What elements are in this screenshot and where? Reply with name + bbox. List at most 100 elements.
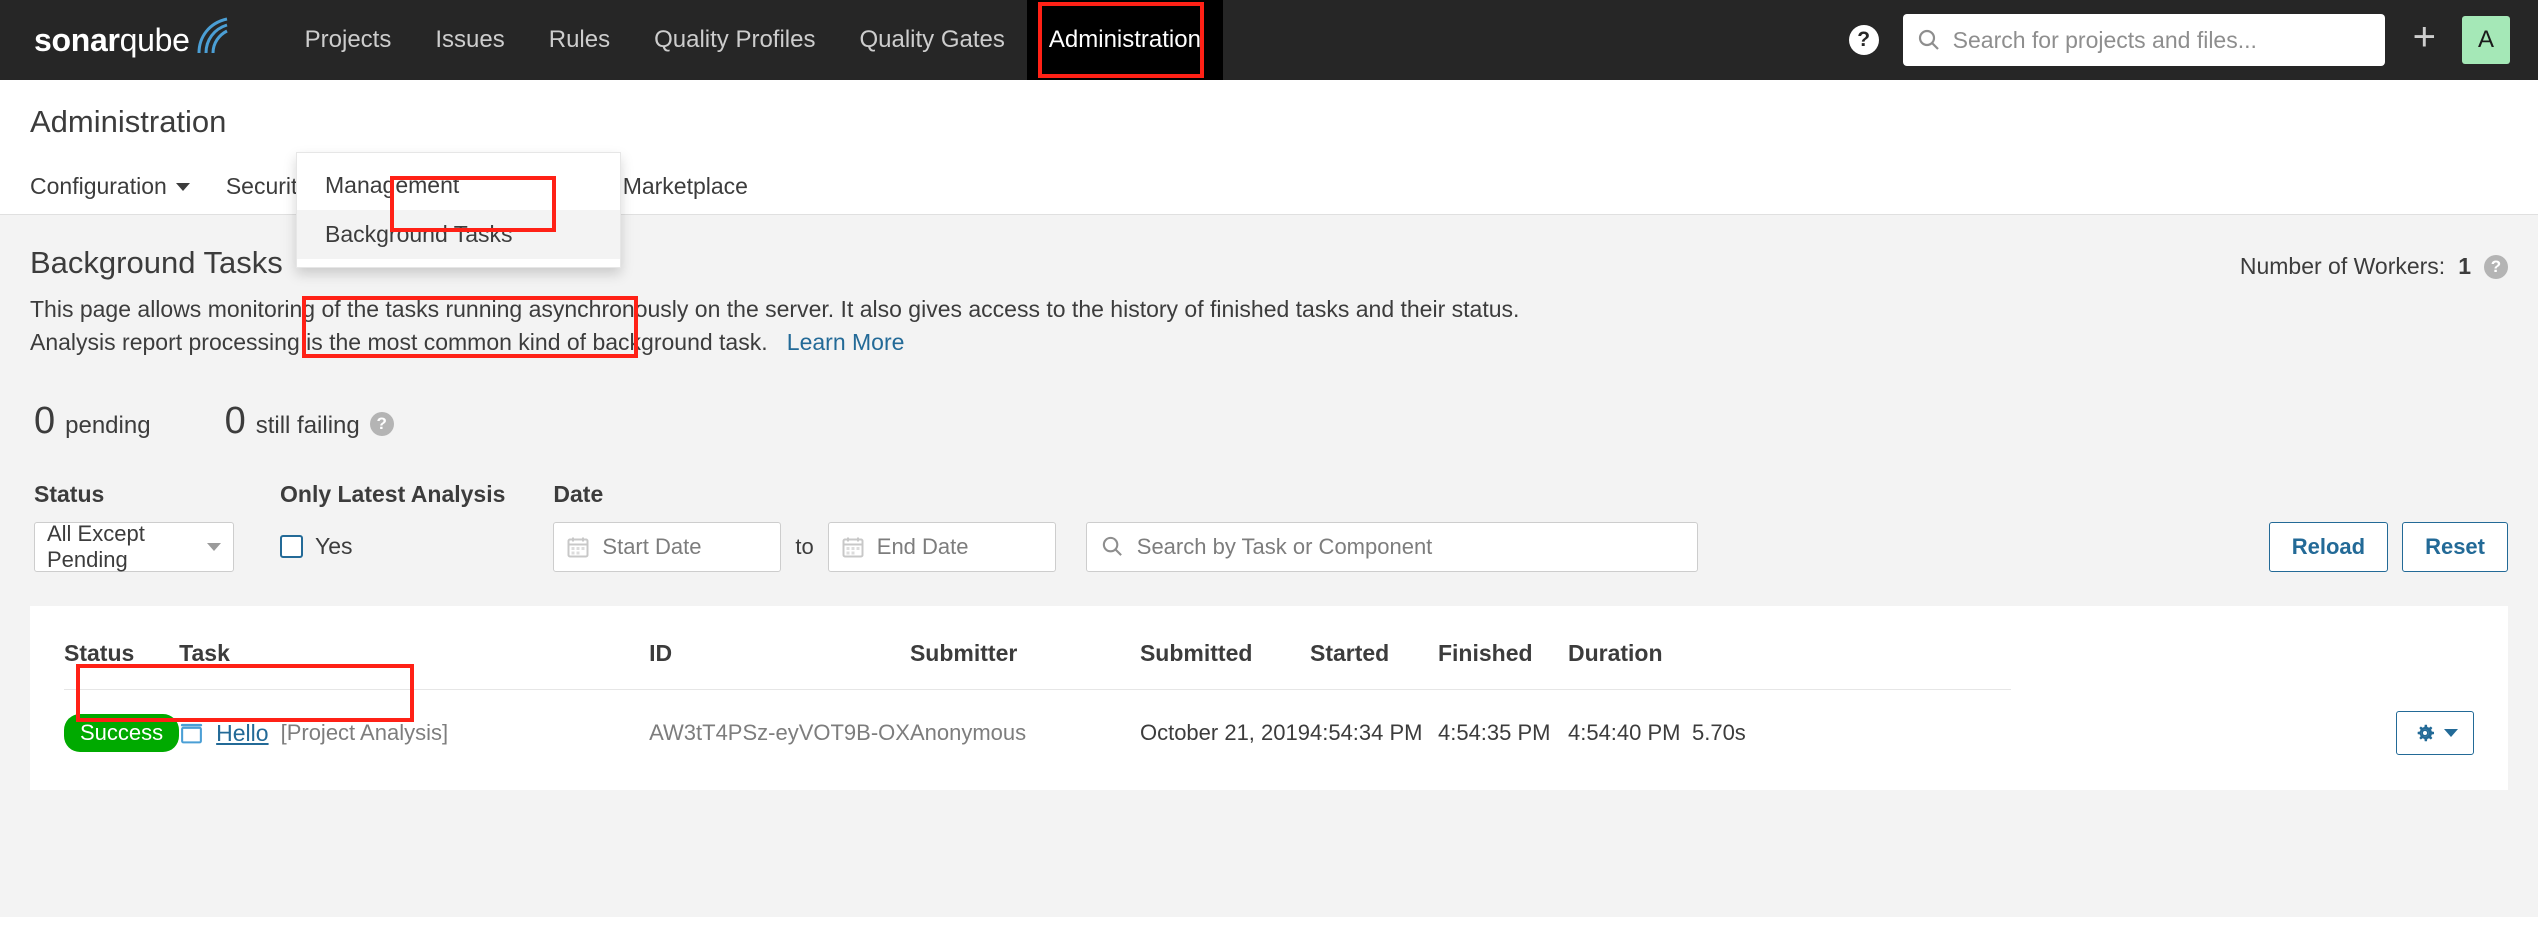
column-header-finished: Finished: [1437, 605, 1568, 690]
filter-date: Date Start Date to End Date: [553, 480, 1056, 572]
page-description-text: This page allows monitoring of the tasks…: [30, 296, 1520, 356]
status-select[interactable]: All Except Pending: [34, 520, 234, 572]
cell-actions: [2011, 689, 2474, 777]
nav-item-administration[interactable]: Administration: [1026, 0, 1223, 80]
table-header: Status Task ID Submitter Submitted Start…: [64, 605, 2474, 690]
calendar-icon: [567, 537, 589, 558]
still-failing-count: 0: [224, 399, 246, 442]
date-filter-label: Date: [553, 480, 604, 507]
cell-started: 4:54:35 PM: [1437, 720, 1551, 746]
background-tasks-table: Status Task ID Submitter Submitted Start…: [64, 605, 2474, 778]
background-tasks-table-wrapper: Status Task ID Submitter Submitted Start…: [30, 605, 2508, 790]
filter-buttons: Reload Reset: [2268, 521, 2508, 572]
nav-item-issues[interactable]: Issues: [413, 0, 526, 80]
cell-duration: 5.70s: [1691, 720, 1746, 746]
user-avatar[interactable]: A: [2462, 16, 2510, 64]
tab-configuration[interactable]: Configuration: [30, 173, 208, 214]
stat-still-failing: 0 still failing ?: [225, 400, 394, 443]
status-badge: Success: [64, 714, 180, 753]
row-actions-button[interactable]: [2396, 711, 2474, 756]
latest-analysis-checkbox-label: Yes: [315, 533, 353, 560]
task-type-label: [Project Analysis]: [280, 720, 449, 746]
table-body: Success Hello [Project Analysis] AW3tT4P…: [64, 689, 2474, 777]
reset-button[interactable]: Reset: [2402, 521, 2508, 572]
pending-label: pending: [65, 411, 151, 439]
chevron-down-icon: [207, 542, 221, 551]
logo-swoosh-icon: [197, 17, 228, 54]
workers-info: Number of Workers: 1 ?: [2240, 245, 2508, 280]
cell-submitted-date: October 21, 2019: [1139, 720, 1310, 746]
task-cell-content: Hello [Project Analysis]: [179, 720, 649, 747]
still-failing-help-icon[interactable]: ?: [369, 411, 394, 436]
date-range-row: Start Date to End Date: [553, 521, 1056, 572]
projects-dropdown-menu: Management Background Tasks: [296, 152, 621, 268]
workers-label: Number of Workers:: [2239, 253, 2446, 279]
date-range-separator: to: [795, 533, 814, 559]
project-icon: [181, 723, 203, 744]
workers-count: 1: [2458, 253, 2471, 279]
cell-id: AW3tT4PSz-eyVOT9B-OX: [649, 720, 910, 746]
status-filter-label: Status: [34, 480, 105, 507]
end-date-placeholder: End Date: [876, 533, 969, 559]
filter-status: Status All Except Pending: [34, 481, 234, 572]
gear-icon: [2417, 724, 2434, 742]
nav-item-rules[interactable]: Rules: [527, 0, 632, 80]
filters-bar: Status All Except Pending Only Latest An…: [30, 481, 2508, 572]
nav-item-quality-gates[interactable]: Quality Gates: [837, 0, 1026, 80]
start-date-input[interactable]: Start Date: [553, 521, 782, 572]
global-search-placeholder: Search for projects and files...: [1952, 26, 2257, 53]
tab-configuration-label: Configuration: [30, 173, 167, 199]
nav-item-projects[interactable]: Projects: [283, 0, 414, 80]
start-date-placeholder: Start Date: [602, 533, 702, 559]
latest-analysis-checkbox-row[interactable]: Yes: [280, 522, 505, 572]
dropdown-item-management[interactable]: Management: [297, 161, 620, 210]
column-header-started: Started: [1309, 605, 1438, 690]
chevron-down-icon: [2443, 729, 2458, 738]
cell-submitted-time: 4:54:34 PM: [1309, 720, 1423, 746]
search-icon: [1918, 29, 1939, 50]
search-icon: [1102, 537, 1122, 557]
workers-help-icon[interactable]: ?: [2484, 254, 2508, 279]
cell-finished: 4:54:40 PM: [1567, 720, 1681, 746]
latest-analysis-label: Only Latest Analysis: [280, 480, 506, 507]
reload-button[interactable]: Reload: [2268, 521, 2389, 572]
end-date-input[interactable]: End Date: [827, 521, 1056, 572]
global-navigation-bar: sonarqube Projects Issues Rules Quality …: [0, 0, 2538, 80]
tab-marketplace[interactable]: Marketplace: [605, 173, 766, 214]
main-content: Background Tasks Number of Workers: 1 ? …: [0, 215, 2538, 917]
table-header-row: Status Task ID Submitter Submitted Start…: [64, 605, 2474, 690]
help-icon[interactable]: ?: [1848, 25, 1879, 55]
column-header-status: Status: [64, 605, 180, 690]
learn-more-link[interactable]: Learn More: [787, 329, 905, 355]
table-row: Success Hello [Project Analysis] AW3tT4P…: [64, 689, 2474, 777]
tab-marketplace-label: Marketplace: [622, 173, 748, 199]
column-header-submitter: Submitter: [909, 605, 1140, 690]
global-nav-right: ? Search for projects and files... + A: [1848, 14, 2510, 66]
column-header-task: Task: [179, 605, 650, 690]
column-header-actions: [1691, 605, 2012, 690]
nav-item-quality-profiles[interactable]: Quality Profiles: [632, 0, 837, 80]
column-header-duration: Duration: [1567, 605, 1692, 690]
task-search-input[interactable]: Search by Task or Component: [1085, 521, 1698, 572]
pending-count: 0: [34, 399, 56, 442]
status-select-value: All Except Pending: [47, 520, 145, 572]
global-search-input[interactable]: Search for projects and files...: [1902, 14, 2385, 66]
latest-analysis-checkbox[interactable]: [280, 535, 303, 559]
column-header-id: ID: [649, 605, 910, 690]
cell-status: Success: [64, 689, 180, 777]
page-title: Background Tasks: [30, 245, 283, 280]
global-nav-items: Projects Issues Rules Quality Profiles Q…: [283, 0, 1223, 80]
context-title: Administration: [30, 104, 227, 139]
sonarqube-logo[interactable]: sonarqube: [34, 17, 235, 59]
filter-latest-analysis: Only Latest Analysis Yes: [280, 481, 505, 572]
calendar-icon: [842, 537, 864, 558]
task-search-placeholder: Search by Task or Component: [1136, 533, 1433, 559]
dropdown-item-background-tasks[interactable]: Background Tasks: [297, 210, 620, 259]
logo-text-light: qube: [119, 22, 190, 58]
cell-submitter: Anonymous: [909, 720, 1027, 746]
chevron-down-icon: [175, 182, 190, 191]
stat-pending: 0 pending: [34, 400, 151, 443]
add-new-icon[interactable]: +: [2413, 17, 2436, 57]
logo-text-bold: sonar: [34, 22, 120, 58]
task-project-link[interactable]: Hello: [216, 720, 268, 747]
